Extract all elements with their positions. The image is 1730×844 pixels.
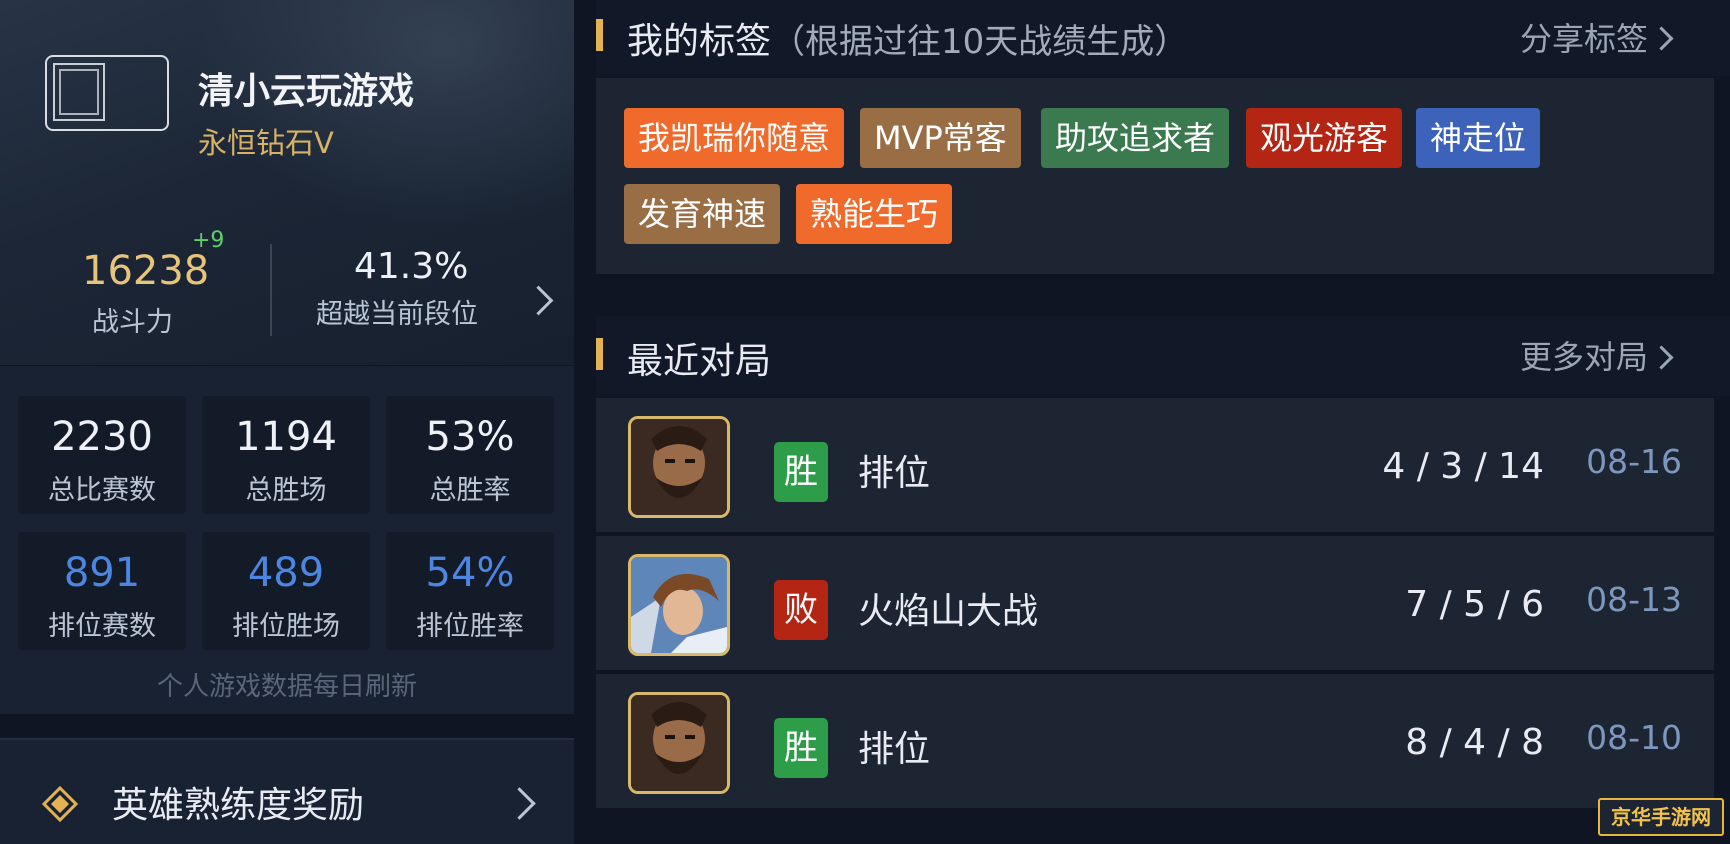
stat-label: 总胜率 [429,475,511,506]
tag-positioning: 神走位 [1416,108,1541,168]
chevron-right-icon[interactable] [1649,345,1674,370]
match-kda: 8 / 4 / 8 [1405,722,1544,763]
stat-label: 总比赛数 [48,475,156,506]
tags-panel: 我凯瑞你随意 MVP常客 助攻追求者 观光游客 神走位 发育神速 熟能生巧 [596,78,1714,274]
more-matches-button[interactable]: 更多对局 [1520,332,1648,378]
matches-section-header: 最近对局 更多对局 [596,316,1730,396]
tags-section-header: 我的标签（根据过往10天战绩生成） 分享标签 [596,0,1730,76]
stat-ranked-winrate: 54% 排位胜率 [386,532,554,650]
stat-label: 排位胜场 [232,611,340,642]
player-rank: 永恒钻石V [198,126,334,160]
profile-background-art [194,0,574,230]
match-date: 08-10 [1586,718,1682,757]
match-mode: 火焰山大战 [858,591,1039,632]
player-nickname: 清小云玩游戏 [198,71,415,112]
win-badge: 胜 [774,442,828,502]
site-watermark: 京华手游网 [1598,798,1724,836]
stat-label: 总胜场 [245,475,327,506]
left-panel: 清小云玩游戏 永恒钻石V 16238 +9 战斗力 41.3% 超越当前段位 2… [0,0,574,844]
hero-mastery-reward-row[interactable]: 英雄熟练度奖励 [0,738,574,844]
surpass-percent-label[interactable]: 超越当前段位 [316,292,478,331]
stat-total-winrate: 53% 总胜率 [386,396,554,514]
brown-haired-hero-icon [628,554,730,656]
win-badge: 胜 [774,718,828,778]
tags-section-subtitle: （根据过往10天战绩生成） [771,22,1189,62]
divider [270,244,272,336]
stats-panel: 2230 总比赛数 1194 总胜场 53% 总胜率 891 排位赛数 489 … [0,366,574,714]
bearded-warrior-hero-icon [628,416,730,518]
chevron-right-icon[interactable] [1649,26,1674,51]
combat-power-label: 战斗力 [92,307,173,338]
tag-assist: 助攻追求者 [1041,108,1230,168]
match-kda: 7 / 5 / 6 [1405,584,1544,625]
chevron-right-icon[interactable] [523,285,554,316]
match-row[interactable]: 败 火焰山大战 7 / 5 / 6 08-13 [596,536,1714,670]
stat-value: 891 [63,550,141,596]
tag-sightseer: 观光游客 [1246,108,1403,168]
tag-mvp: MVP常客 [860,108,1021,168]
loss-badge: 败 [774,580,828,640]
diamond-badge-icon [42,786,78,822]
match-date: 08-16 [1586,442,1682,481]
avatar[interactable] [45,55,169,131]
tags-section-title: 我的标签（根据过往10天战绩生成） [627,21,1189,62]
reward-label: 英雄熟练度奖励 [112,785,365,826]
combat-power-delta: +9 [192,228,225,253]
stat-label: 排位胜率 [416,611,524,642]
section-accent-bar [596,338,603,370]
stat-value: 53% [425,414,515,460]
tag-carry: 我凯瑞你随意 [624,108,845,168]
profile-card: 清小云玩游戏 永恒钻石V 16238 +9 战斗力 41.3% 超越当前段位 [0,0,574,365]
section-accent-bar [596,19,603,51]
stat-ranked-wins: 489 排位胜场 [202,532,370,650]
matches-section-title: 最近对局 [627,341,772,382]
tag-fast-farm: 发育神速 [624,184,781,244]
stat-value: 54% [425,550,515,596]
tag-practice: 熟能生巧 [796,184,953,244]
share-tags-button[interactable]: 分享标签 [1520,14,1648,60]
match-mode: 排位 [858,729,931,770]
stat-ranked-games: 891 排位赛数 [18,532,186,650]
match-row[interactable]: 胜 排位 8 / 4 / 8 08-10 [596,674,1714,808]
chevron-right-icon [503,787,536,820]
stats-refresh-note: 个人游戏数据每日刷新 [156,672,417,702]
surpass-percent-value[interactable]: 41.3% [354,246,468,287]
match-kda: 4 / 3 / 14 [1382,446,1544,487]
stat-total-games: 2230 总比赛数 [18,396,186,514]
match-date: 08-13 [1586,580,1682,619]
stat-label: 排位赛数 [48,611,156,642]
match-row[interactable]: 胜 排位 4 / 3 / 14 08-16 [596,398,1714,532]
bearded-warrior-hero-icon [628,692,730,794]
stat-value: 489 [247,550,325,596]
match-mode: 排位 [858,453,931,494]
stat-value: 1194 [235,414,337,460]
stat-total-wins: 1194 总胜场 [202,396,370,514]
combat-power-value: 16238 [82,248,210,294]
stat-value: 2230 [51,414,153,460]
